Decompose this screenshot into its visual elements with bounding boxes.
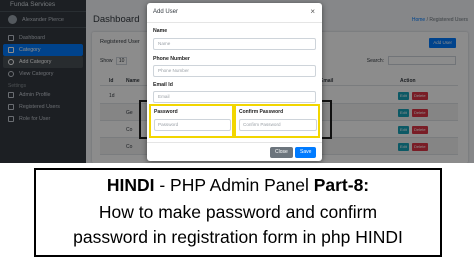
password-input[interactable]: Password xyxy=(154,119,231,131)
email-input[interactable]: Email xyxy=(153,91,316,103)
name-input[interactable]: Name xyxy=(153,38,316,50)
banner-subtitle: - PHP Admin Panel xyxy=(154,175,314,195)
password-group: Password Password xyxy=(149,104,234,138)
banner-line-2: How to make password and confirm xyxy=(98,202,378,222)
banner-line-1: HINDI - PHP Admin Panel Part-8: xyxy=(36,174,440,196)
modal-title: Add User xyxy=(153,9,179,15)
banner-hindi: HINDI xyxy=(106,175,155,195)
password-label: Password xyxy=(154,109,178,115)
title-banner: HINDI - PHP Admin Panel Part-8: How to m… xyxy=(34,168,442,257)
add-user-modal: Add User × Name Name Phone Number Phone … xyxy=(147,3,322,161)
confirm-password-input[interactable]: Confirm Password xyxy=(239,119,317,131)
modal-footer: Close Save xyxy=(147,142,322,161)
confirm-password-label: Confirm Password xyxy=(239,109,284,115)
modal-header: Add User × xyxy=(147,3,322,23)
screenshot: Funda Services Alexander Pierce Dashboar… xyxy=(0,0,474,163)
close-button[interactable]: Close xyxy=(270,147,293,158)
confirm-password-group: Confirm Password Confirm Password xyxy=(234,104,320,138)
phone-input[interactable]: Phone Number xyxy=(153,65,316,77)
close-icon[interactable]: × xyxy=(310,7,315,16)
phone-label: Phone Number xyxy=(153,56,190,62)
banner-part: Part-8: xyxy=(313,175,370,195)
email-label: Email Id xyxy=(153,82,173,88)
banner-line-3: password in registration form in php HIN… xyxy=(73,227,403,247)
save-button[interactable]: Save xyxy=(295,147,317,158)
name-label: Name xyxy=(153,28,168,34)
